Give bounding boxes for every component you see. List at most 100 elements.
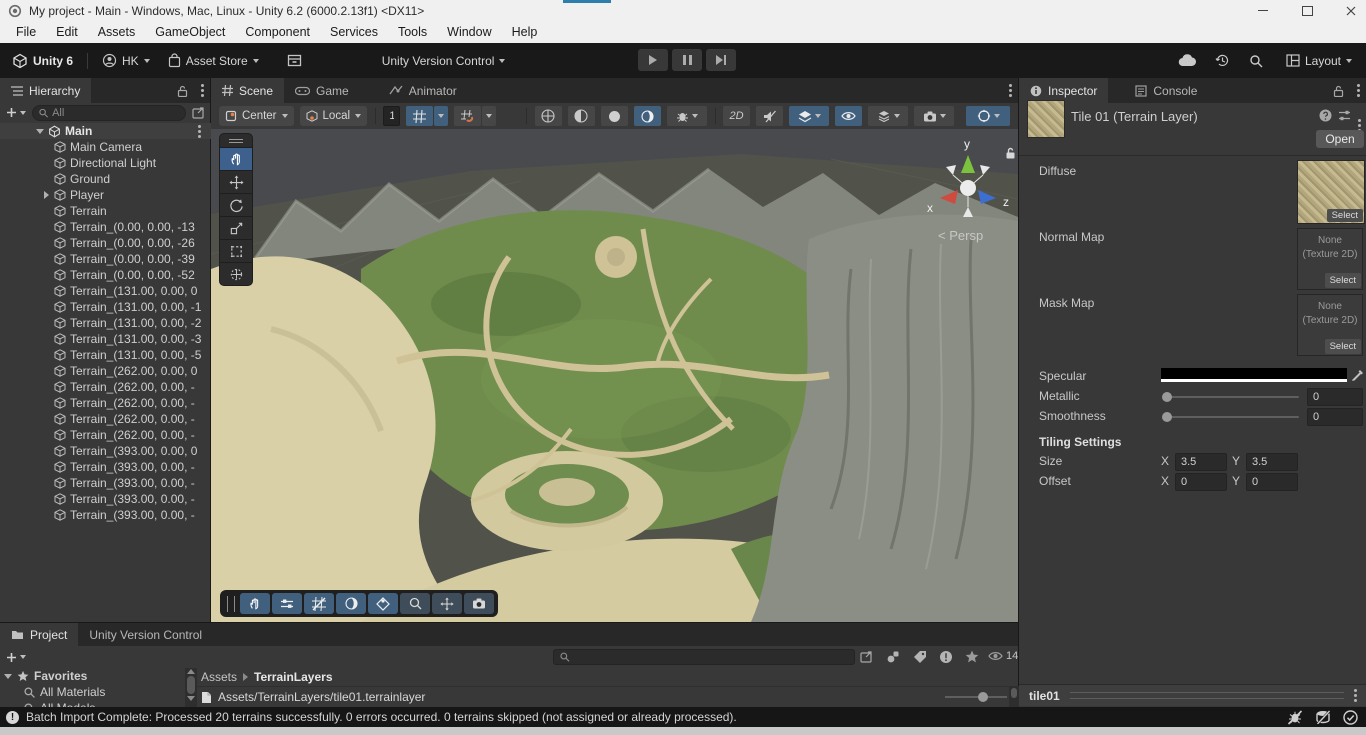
menu-item[interactable]: Help: [502, 23, 548, 41]
size-y-input[interactable]: [1247, 456, 1297, 468]
menu-item[interactable]: GameObject: [145, 23, 235, 41]
kebab-menu-icon[interactable]: [1358, 124, 1361, 127]
tab-version-control[interactable]: Unity Version Control: [78, 623, 213, 646]
close-button[interactable]: [1342, 2, 1360, 20]
transform-tool-button[interactable]: [220, 262, 252, 285]
overlay-move-button[interactable]: [432, 593, 462, 614]
overlay-pan-button[interactable]: [240, 593, 270, 614]
minimize-button[interactable]: [1254, 2, 1272, 20]
slider-knob[interactable]: [978, 692, 988, 702]
pause-button[interactable]: [672, 49, 702, 71]
hierarchy-item[interactable]: Terrain_(0.00, 0.00, -26: [0, 235, 211, 251]
select-button[interactable]: Select: [1325, 339, 1361, 354]
kebab-menu-icon[interactable]: [1354, 694, 1357, 697]
scene-lighting-button[interactable]: [634, 106, 661, 126]
hierarchy-item[interactable]: Terrain_(262.00, 0.00, 0: [0, 363, 211, 379]
snap-settings-button[interactable]: [454, 106, 481, 126]
account-dropdown[interactable]: HK: [98, 50, 154, 71]
menu-item[interactable]: Component: [235, 23, 320, 41]
scene-root-row[interactable]: Main: [0, 123, 211, 139]
pivot-dropdown[interactable]: Center: [219, 106, 294, 126]
history-icon[interactable]: [1215, 53, 1230, 68]
metallic-value-input[interactable]: [1308, 391, 1362, 403]
lock-icon[interactable]: [177, 85, 188, 97]
hierarchy-item[interactable]: Terrain_(0.00, 0.00, -39: [0, 251, 211, 267]
hierarchy-item[interactable]: Main Camera: [0, 139, 211, 155]
hierarchy-item[interactable]: Terrain_(393.00, 0.00, -: [0, 507, 211, 523]
presets-icon[interactable]: [1338, 109, 1351, 122]
cloud-icon[interactable]: [1178, 54, 1196, 67]
gizmo-x-axis-cone[interactable]: [940, 190, 958, 204]
hierarchy-item[interactable]: Terrain_(393.00, 0.00, -: [0, 459, 211, 475]
smoothness-slider-knob[interactable]: [1162, 412, 1172, 422]
diffuse-texture-slot[interactable]: Select: [1297, 160, 1365, 224]
mask-map-slot[interactable]: None (Texture 2D) Select: [1297, 294, 1363, 356]
kebab-menu-icon[interactable]: [198, 130, 201, 133]
toolstrip-drag-handle[interactable]: [220, 134, 252, 147]
cache-server-icon[interactable]: [1315, 710, 1331, 724]
tab-animator[interactable]: Animator: [378, 78, 468, 103]
grid-visibility-button[interactable]: [406, 106, 433, 126]
preview-drag-handle[interactable]: [1070, 692, 1344, 699]
favorites-star-icon[interactable]: [965, 650, 979, 663]
hierarchy-item[interactable]: Terrain_(0.00, 0.00, -52: [0, 267, 211, 283]
scene-navigation-dropdown[interactable]: [966, 106, 1010, 126]
metallic-slider-knob[interactable]: [1162, 392, 1172, 402]
overlay-camera-button[interactable]: [464, 593, 494, 614]
gizmo-y-axis-cone[interactable]: [961, 155, 975, 173]
kebab-menu-icon[interactable]: [1357, 89, 1360, 92]
gizmo-lock-icon[interactable]: [1005, 147, 1016, 159]
offset-x-input[interactable]: [1176, 476, 1226, 488]
hierarchy-item[interactable]: Terrain_(0.00, 0.00, -13: [0, 219, 211, 235]
maximize-button[interactable]: [1298, 2, 1316, 20]
offset-y-input[interactable]: [1247, 476, 1297, 488]
expand-arrow-icon[interactable]: [44, 191, 49, 199]
projection-label[interactable]: < Persp: [938, 228, 983, 243]
overlay-grid-button[interactable]: [304, 593, 334, 614]
create-asset-button[interactable]: [6, 652, 26, 663]
shaded-wireframe-button[interactable]: [568, 106, 595, 126]
overlay-settings-button[interactable]: [272, 593, 302, 614]
kebab-menu-icon[interactable]: [201, 89, 204, 92]
scene-visibility-button[interactable]: [835, 106, 862, 126]
lock-icon[interactable]: [1333, 85, 1344, 97]
2d-toggle-button[interactable]: 2D: [723, 106, 750, 126]
overlay-gizmos-button[interactable]: [368, 593, 398, 614]
preview-header[interactable]: tile01: [1019, 684, 1366, 706]
rect-tool-button[interactable]: [220, 239, 252, 262]
tab-game[interactable]: Game: [284, 78, 360, 103]
play-button[interactable]: [638, 49, 668, 71]
layout-dropdown[interactable]: Layout: [1282, 51, 1356, 71]
menu-item[interactable]: Services: [320, 23, 388, 41]
hierarchy-item[interactable]: Terrain: [0, 203, 211, 219]
hierarchy-item[interactable]: Terrain_(262.00, 0.00, -: [0, 411, 211, 427]
search-in-window-icon[interactable]: [860, 651, 873, 663]
rotate-tool-button[interactable]: [220, 193, 252, 216]
overlay-lighting-button[interactable]: [336, 593, 366, 614]
orientation-dropdown[interactable]: Local: [300, 106, 368, 126]
hierarchy-item[interactable]: Terrain_(393.00, 0.00, -: [0, 475, 211, 491]
breadcrumb-current[interactable]: TerrainLayers: [254, 670, 333, 684]
step-button[interactable]: [706, 49, 736, 71]
normal-map-slot[interactable]: None (Texture 2D) Select: [1297, 228, 1363, 290]
favorites-item[interactable]: All Materials: [0, 684, 185, 700]
scene-viewport[interactable]: y x z < Persp: [211, 129, 1018, 622]
help-icon[interactable]: [1319, 109, 1332, 122]
project-search-input[interactable]: [574, 651, 848, 663]
audio-toggle-button[interactable]: [756, 106, 783, 126]
specular-color-swatch[interactable]: [1161, 368, 1347, 382]
tab-scene[interactable]: Scene: [211, 78, 284, 103]
hierarchy-item[interactable]: Terrain_(262.00, 0.00, -: [0, 427, 211, 443]
shading-mode-button[interactable]: [535, 106, 562, 126]
camera-settings-dropdown[interactable]: [914, 106, 954, 126]
menu-item[interactable]: File: [6, 23, 46, 41]
smoothness-value-input[interactable]: [1308, 411, 1362, 423]
menu-item[interactable]: Edit: [46, 23, 88, 41]
search-by-label-icon[interactable]: [913, 650, 927, 664]
overlay-search-button[interactable]: [400, 593, 430, 614]
open-button[interactable]: Open: [1316, 130, 1364, 148]
grid-size-input[interactable]: [384, 110, 399, 122]
project-tree-scrollbar[interactable]: [185, 668, 197, 708]
hierarchy-item[interactable]: Directional Light: [0, 155, 211, 171]
select-button[interactable]: Select: [1327, 209, 1363, 222]
